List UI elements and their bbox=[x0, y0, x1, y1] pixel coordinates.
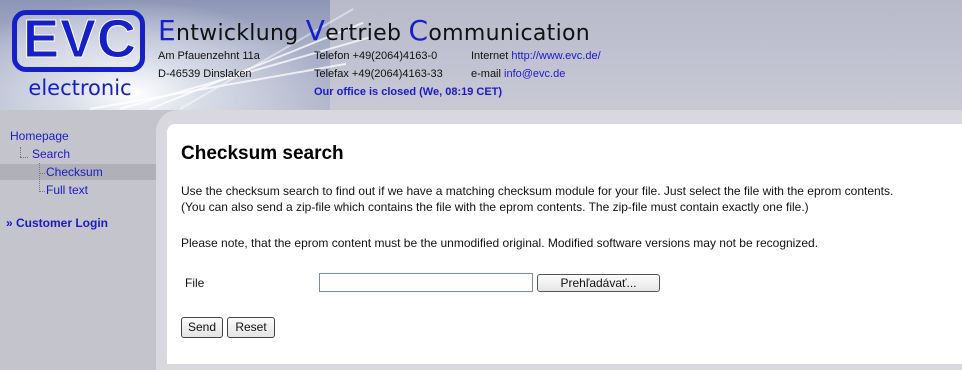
customer-login-link[interactable]: » Customer Login bbox=[6, 216, 108, 230]
reset-button[interactable]: Reset bbox=[227, 317, 275, 338]
file-field-label: File bbox=[185, 276, 205, 290]
office-status: Our office is closed (We, 08:19 CET) bbox=[314, 86, 503, 98]
sidebar-item-checksum[interactable]: Checksum bbox=[46, 165, 103, 179]
file-path-input[interactable] bbox=[319, 273, 533, 292]
email-link[interactable]: info@evc.de bbox=[504, 68, 565, 80]
fax-number: Telefax +49(2064)4163-33 bbox=[314, 68, 443, 80]
address-street: Am Pfauenzehnt 11a bbox=[158, 50, 260, 62]
website-link[interactable]: http://www.evc.de/ bbox=[511, 50, 600, 62]
phone-number: Telefon +49(2064)4163-0 bbox=[314, 50, 438, 62]
intro-text-line1: Use the checksum search to find out if w… bbox=[181, 184, 894, 198]
send-button[interactable]: Send bbox=[181, 317, 223, 338]
logo-text: EVC bbox=[22, 9, 138, 70]
company-name: Entwicklung Vertrieb Communication bbox=[158, 14, 591, 47]
sidebar-item-homepage[interactable]: Homepage bbox=[10, 129, 69, 143]
note-text: Please note, that the eprom content must… bbox=[181, 236, 819, 250]
sidebar-item-search[interactable]: Search bbox=[32, 147, 70, 161]
internet-info: Internet http://www.evc.de/ bbox=[471, 50, 601, 62]
address-city: D-46539 Dinslaken bbox=[158, 68, 252, 80]
logo-subtitle: electronic bbox=[28, 76, 132, 100]
email-info: e-mail info@evc.de bbox=[471, 68, 566, 80]
intro-text-line2: (You can also send a zip-file which cont… bbox=[181, 200, 809, 214]
sidebar-item-full-text[interactable]: Full text bbox=[46, 183, 88, 197]
browse-button[interactable]: Prehľadávať... bbox=[537, 274, 660, 292]
page-title: Checksum search bbox=[181, 143, 344, 164]
